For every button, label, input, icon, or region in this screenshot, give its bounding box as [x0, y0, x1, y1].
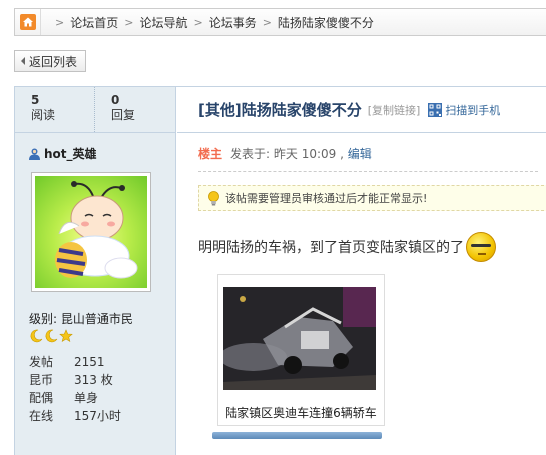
host-badge: 楼主 [198, 147, 223, 161]
author-stat-coins: 昆币 313 枚 [29, 371, 175, 389]
stat-value: 2151 [74, 355, 105, 369]
accident-photo [223, 287, 376, 390]
horizontal-scrollbar[interactable] [212, 432, 382, 439]
breadcrumb-item-forum-affairs[interactable]: 论坛事务 [209, 14, 257, 31]
image-caption: 陆家镇区奥迪车连撞6辆轿车 [225, 406, 377, 420]
copy-link-button[interactable]: [复制链接] [368, 102, 421, 118]
post-body: 明明陆扬的车祸，到了首页变陆家镇区的了 [198, 232, 496, 262]
stat-value: 157小时 [74, 409, 121, 423]
breadcrumb: > 论坛首页 > 论坛导航 > 论坛事务 > 陆扬陆家傻傻不分 [14, 8, 546, 36]
author-name-row: hot_英雄 [29, 145, 175, 162]
post-body-text: 明明陆扬的车祸，到了首页变陆家镇区的了 [198, 240, 464, 256]
reply-count-label: 回复 [111, 108, 136, 122]
moderation-notice-text: 该帖需要管理员审核通过后才能正常显示! [225, 192, 428, 205]
breadcrumb-item-forum-nav[interactable]: 论坛导航 [139, 14, 187, 31]
post-frame: 5 阅读 0 回复 hot_英雄 级别: 昆山普通市民 发帖 2151 昆币 3… [14, 86, 546, 455]
read-count-label: 阅读 [31, 108, 56, 122]
edit-link[interactable]: 编辑 [348, 147, 372, 161]
author-stat-posts: 发帖 2151 [29, 353, 175, 371]
arrow-left-icon [21, 57, 25, 65]
chevron-right-icon: > [193, 15, 203, 29]
read-count-value: 5 [31, 93, 40, 107]
lightbulb-icon [208, 190, 219, 205]
attached-image[interactable]: 陆家镇区奥迪车连撞6辆轿车 [217, 274, 385, 426]
back-to-list-button[interactable]: 返回列表 [14, 50, 87, 72]
breadcrumb-item-forum-home[interactable]: 论坛首页 [70, 14, 118, 31]
thread-title-row: [其他]陆扬陆家傻傻不分 [复制链接] 扫描到手机 [177, 87, 546, 133]
moon-icon [45, 329, 58, 343]
avatar[interactable] [31, 172, 151, 292]
chevron-right-icon: > [55, 15, 65, 29]
stat-value: 单身 [74, 391, 99, 405]
scan-to-phone-label: 扫描到手机 [445, 103, 501, 117]
author-info: hot_英雄 级别: 昆山普通市民 发帖 2151 昆币 313 枚 配偶 单身… [15, 145, 175, 425]
smiley-icon [466, 232, 496, 262]
star-icon [59, 329, 73, 343]
divider [198, 171, 538, 172]
stat-key: 发帖 [29, 355, 54, 369]
post-content: [其他]陆扬陆家傻傻不分 [复制链接] 扫描到手机 楼主 发表于: 昨天 10:0… [177, 87, 546, 455]
author-name[interactable]: hot_英雄 [44, 145, 97, 162]
author-stat-online: 在线 157小时 [29, 407, 175, 425]
reply-count: 0 回复 [95, 87, 175, 132]
moon-icon [30, 329, 43, 343]
meta-separator: , [340, 147, 344, 161]
author-level: 级别: 昆山普通市民 [29, 312, 133, 326]
author-stat-spouse: 配偶 单身 [29, 389, 175, 407]
chevron-right-icon: > [124, 15, 134, 29]
thread-stats: 5 阅读 0 回复 [15, 87, 175, 133]
level-badges [29, 329, 175, 343]
moderation-notice: 该帖需要管理员审核通过后才能正常显示! [198, 185, 546, 211]
chevron-right-icon: > [262, 15, 272, 29]
scan-to-phone-button[interactable]: 扫描到手机 [428, 102, 500, 118]
reply-count-value: 0 [111, 93, 120, 107]
back-to-list-label: 返回列表 [29, 54, 78, 69]
post-time: 发表于: 昨天 10:09 [230, 147, 337, 161]
breadcrumb-item-current: 陆扬陆家傻傻不分 [277, 15, 374, 30]
stat-value: 313 枚 [74, 373, 113, 387]
stat-key: 配偶 [29, 391, 54, 405]
qr-code-icon [428, 102, 443, 117]
user-icon [29, 148, 40, 160]
author-sidebar: 5 阅读 0 回复 hot_英雄 级别: 昆山普通市民 发帖 2151 昆币 3… [15, 87, 176, 455]
stat-key: 昆币 [29, 373, 54, 387]
post-meta: 楼主 发表于: 昨天 10:09 , 编辑 [198, 145, 546, 162]
home-icon[interactable] [15, 9, 41, 35]
read-count: 5 阅读 [15, 87, 95, 132]
author-stats: 发帖 2151 昆币 313 枚 配偶 单身 在线 157小时 [29, 353, 175, 425]
thread-title: [其他]陆扬陆家傻傻不分 [198, 101, 362, 119]
avatar-image [35, 176, 147, 288]
stat-key: 在线 [29, 409, 54, 423]
